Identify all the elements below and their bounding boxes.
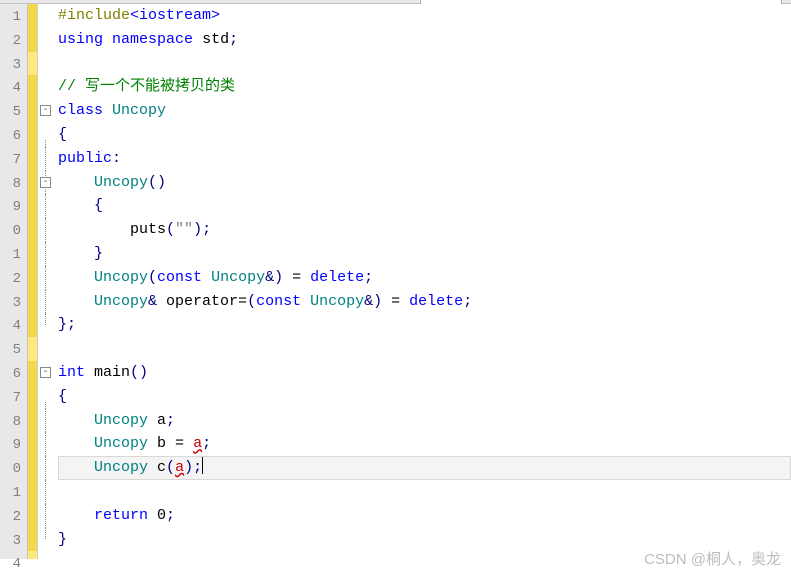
line-number: 1 bbox=[0, 482, 27, 506]
code-line: }; bbox=[58, 313, 791, 337]
code-line: Uncopy a; bbox=[58, 409, 791, 433]
error-squiggle: a bbox=[193, 435, 202, 452]
code-line bbox=[58, 52, 791, 76]
line-number: 4 bbox=[0, 77, 27, 101]
fold-gutter[interactable]: - - - bbox=[38, 4, 54, 559]
line-number: 8 bbox=[0, 173, 27, 197]
line-number-gutter: 1 2 3 4 5 6 7 8 9 0 1 2 3 4 5 6 7 8 9 0 … bbox=[0, 4, 28, 559]
line-number: 0 bbox=[0, 458, 27, 482]
error-squiggle: a bbox=[175, 459, 184, 476]
code-line: using namespace std; bbox=[58, 28, 791, 52]
code-editor[interactable]: 1 2 3 4 5 6 7 8 9 0 1 2 3 4 5 6 7 8 9 0 … bbox=[0, 4, 791, 559]
line-number: 8 bbox=[0, 411, 27, 435]
code-line: { bbox=[58, 194, 791, 218]
code-line: Uncopy(const Uncopy&) = delete; bbox=[58, 266, 791, 290]
line-number: 7 bbox=[0, 149, 27, 173]
line-number: 7 bbox=[0, 387, 27, 411]
line-number: 6 bbox=[0, 125, 27, 149]
line-number: 0 bbox=[0, 220, 27, 244]
line-number: 1 bbox=[0, 244, 27, 268]
code-line: } bbox=[58, 242, 791, 266]
code-line-current: Uncopy c(a); bbox=[58, 456, 791, 480]
code-area[interactable]: #include<iostream> using namespace std; … bbox=[54, 4, 791, 559]
code-line: // 写一个不能被拷贝的类 bbox=[58, 75, 791, 99]
line-number: 9 bbox=[0, 196, 27, 220]
line-number: 2 bbox=[0, 30, 27, 54]
line-number: 3 bbox=[0, 292, 27, 316]
line-number: 4 bbox=[0, 315, 27, 339]
line-number: 5 bbox=[0, 339, 27, 363]
change-marker-bar bbox=[28, 4, 38, 559]
code-line: int main() bbox=[58, 361, 791, 385]
code-line: #include<iostream> bbox=[58, 4, 791, 28]
line-number: 4 bbox=[0, 553, 27, 575]
fold-toggle[interactable]: - bbox=[40, 105, 51, 116]
line-number: 3 bbox=[0, 54, 27, 78]
fold-toggle[interactable]: - bbox=[40, 177, 51, 188]
code-line: puts(""); bbox=[58, 218, 791, 242]
code-line: Uncopy() bbox=[58, 171, 791, 195]
text-caret bbox=[202, 457, 203, 474]
code-line: public: bbox=[58, 147, 791, 171]
code-line: Uncopy b = a; bbox=[58, 432, 791, 456]
fold-toggle[interactable]: - bbox=[40, 367, 51, 378]
code-line bbox=[58, 480, 791, 504]
code-line: { bbox=[58, 123, 791, 147]
line-number: 3 bbox=[0, 530, 27, 554]
code-line: return 0; bbox=[58, 504, 791, 528]
code-line: class Uncopy bbox=[58, 99, 791, 123]
code-line bbox=[58, 337, 791, 361]
line-number: 2 bbox=[0, 268, 27, 292]
line-number: 6 bbox=[0, 363, 27, 387]
line-number: 5 bbox=[0, 101, 27, 125]
code-line: { bbox=[58, 385, 791, 409]
line-number: 1 bbox=[0, 6, 27, 30]
code-line bbox=[58, 551, 791, 575]
code-line: } bbox=[58, 528, 791, 552]
line-number: 9 bbox=[0, 434, 27, 458]
line-number: 2 bbox=[0, 506, 27, 530]
code-line: Uncopy& operator=(const Uncopy&) = delet… bbox=[58, 290, 791, 314]
